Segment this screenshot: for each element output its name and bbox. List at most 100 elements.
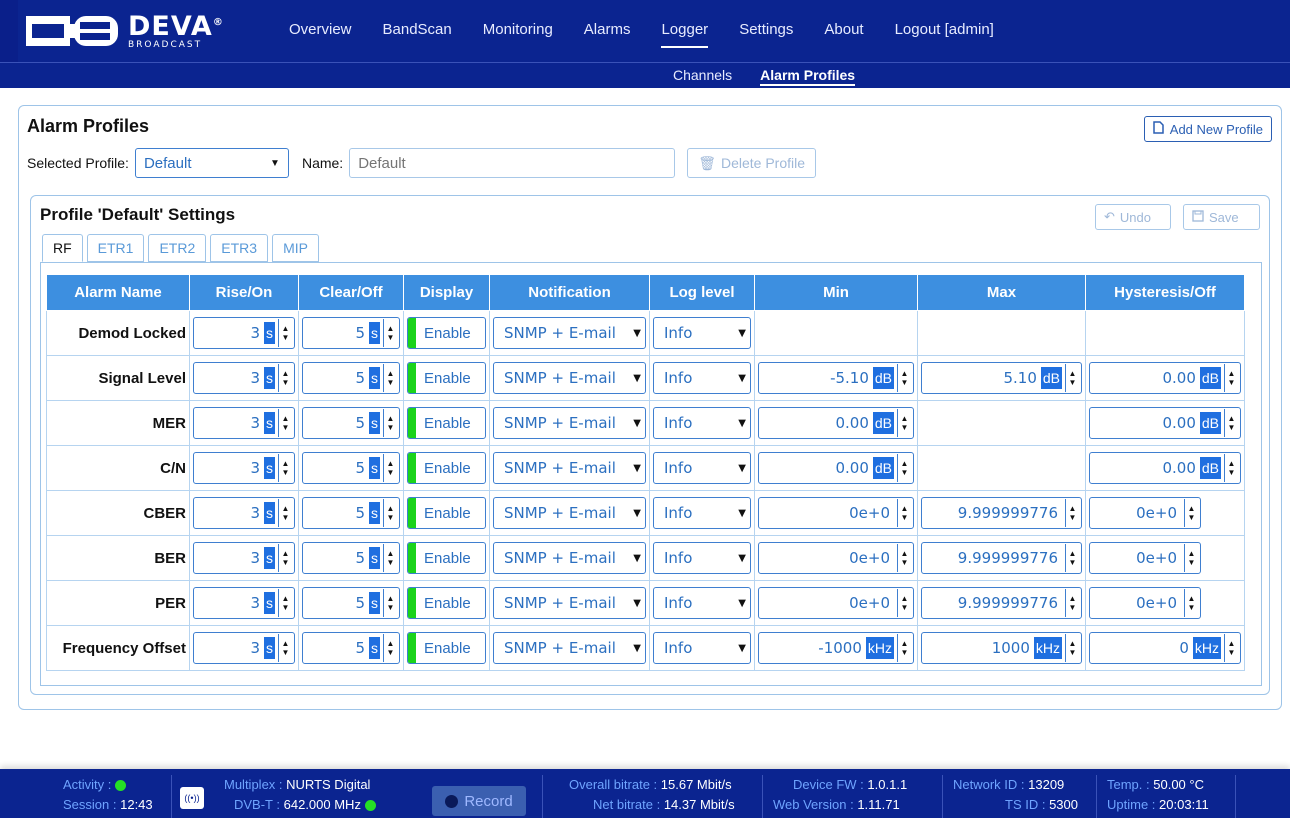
clear-off-input[interactable]: 5 s ▲ ▼ [302, 542, 400, 574]
hysteresis-input[interactable]: 0 kHz ▲ ▼ [1089, 632, 1241, 664]
spinner-arrows-icon[interactable]: ▲ ▼ [1065, 589, 1079, 617]
submenu-alarm-profiles[interactable]: Alarm Profiles [760, 67, 856, 86]
menu-alarms[interactable]: Alarms [584, 21, 631, 38]
rise-on-input[interactable]: 3 s ▲ ▼ [193, 407, 295, 439]
spinner-arrows-icon[interactable]: ▲ ▼ [897, 589, 911, 617]
notification-select[interactable]: SNMP + E-mail ▼ [493, 452, 646, 484]
add-new-profile-button[interactable]: Add New Profile [1143, 116, 1272, 142]
menu-about[interactable]: About [824, 21, 863, 38]
hysteresis-input[interactable]: 0e+0 ▲ ▼ [1089, 587, 1201, 619]
display-enable-toggle[interactable]: Enable [407, 317, 486, 349]
clear-off-input[interactable]: 5 s ▲ ▼ [302, 632, 400, 664]
display-enable-toggle[interactable]: Enable [407, 632, 486, 664]
spinner-arrows-icon[interactable]: ▲ ▼ [383, 499, 397, 527]
spinner-arrows-icon[interactable]: ▲ ▼ [897, 634, 911, 662]
log-level-select[interactable]: Info ▼ [653, 317, 751, 349]
notification-select[interactable]: SNMP + E-mail ▼ [493, 587, 646, 619]
clear-off-input[interactable]: 5 s ▲ ▼ [302, 452, 400, 484]
spinner-arrows-icon[interactable]: ▲ ▼ [1224, 634, 1238, 662]
hysteresis-input[interactable]: 0e+0 ▲ ▼ [1089, 497, 1201, 529]
menu-bandscan[interactable]: BandScan [383, 21, 452, 38]
spinner-arrows-icon[interactable]: ▲ ▼ [1184, 589, 1198, 617]
menu-logout[interactable]: Logout [admin] [895, 21, 994, 38]
max-input[interactable]: 9.999999776 ▲ ▼ [921, 542, 1082, 574]
profile-select[interactable]: Default ▼ [134, 148, 289, 178]
spinner-arrows-icon[interactable]: ▲ ▼ [1065, 634, 1079, 662]
save-button[interactable]: Save [1183, 204, 1260, 230]
spinner-arrows-icon[interactable]: ▲ ▼ [383, 409, 397, 437]
spinner-arrows-icon[interactable]: ▲ ▼ [1065, 544, 1079, 572]
min-input[interactable]: 0e+0 ▲ ▼ [758, 497, 914, 529]
max-input[interactable]: 1000 kHz ▲ ▼ [921, 632, 1082, 664]
submenu-channels[interactable]: Channels [673, 67, 732, 86]
rise-on-input[interactable]: 3 s ▲ ▼ [193, 632, 295, 664]
spinner-arrows-icon[interactable]: ▲ ▼ [278, 634, 292, 662]
log-level-select[interactable]: Info ▼ [653, 587, 751, 619]
clear-off-input[interactable]: 5 s ▲ ▼ [302, 407, 400, 439]
spinner-arrows-icon[interactable]: ▲ ▼ [383, 454, 397, 482]
notification-select[interactable]: SNMP + E-mail ▼ [493, 362, 646, 394]
log-level-select[interactable]: Info ▼ [653, 407, 751, 439]
log-level-select[interactable]: Info ▼ [653, 542, 751, 574]
display-enable-toggle[interactable]: Enable [407, 542, 486, 574]
min-input[interactable]: 0.00 dB ▲ ▼ [758, 407, 914, 439]
spinner-arrows-icon[interactable]: ▲ ▼ [278, 319, 292, 347]
min-input[interactable]: -1000 kHz ▲ ▼ [758, 632, 914, 664]
spinner-arrows-icon[interactable]: ▲ ▼ [278, 499, 292, 527]
spinner-arrows-icon[interactable]: ▲ ▼ [383, 319, 397, 347]
spinner-arrows-icon[interactable]: ▲ ▼ [383, 544, 397, 572]
log-level-select[interactable]: Info ▼ [653, 632, 751, 664]
spinner-arrows-icon[interactable]: ▲ ▼ [1224, 364, 1238, 392]
spinner-arrows-icon[interactable]: ▲ ▼ [1184, 544, 1198, 572]
spinner-arrows-icon[interactable]: ▲ ▼ [1224, 409, 1238, 437]
max-input[interactable]: 9.999999776 ▲ ▼ [921, 497, 1082, 529]
spinner-arrows-icon[interactable]: ▲ ▼ [897, 364, 911, 392]
min-input[interactable]: 0e+0 ▲ ▼ [758, 542, 914, 574]
tab-rf[interactable]: RF [42, 234, 83, 262]
clear-off-input[interactable]: 5 s ▲ ▼ [302, 362, 400, 394]
spinner-arrows-icon[interactable]: ▲ ▼ [1065, 364, 1079, 392]
spinner-arrows-icon[interactable]: ▲ ▼ [1224, 454, 1238, 482]
spinner-arrows-icon[interactable]: ▲ ▼ [383, 589, 397, 617]
rise-on-input[interactable]: 3 s ▲ ▼ [193, 587, 295, 619]
clear-off-input[interactable]: 5 s ▲ ▼ [302, 587, 400, 619]
rise-on-input[interactable]: 3 s ▲ ▼ [193, 362, 295, 394]
menu-monitoring[interactable]: Monitoring [483, 21, 553, 38]
notification-select[interactable]: SNMP + E-mail ▼ [493, 407, 646, 439]
display-enable-toggle[interactable]: Enable [407, 407, 486, 439]
delete-profile-button[interactable]: 🗑 Delete Profile [687, 148, 817, 178]
rise-on-input[interactable]: 3 s ▲ ▼ [193, 317, 295, 349]
spinner-arrows-icon[interactable]: ▲ ▼ [897, 454, 911, 482]
notification-select[interactable]: SNMP + E-mail ▼ [493, 542, 646, 574]
display-enable-toggle[interactable]: Enable [407, 497, 486, 529]
hysteresis-input[interactable]: 0.00 dB ▲ ▼ [1089, 452, 1241, 484]
hysteresis-input[interactable]: 0.00 dB ▲ ▼ [1089, 362, 1241, 394]
min-input[interactable]: 0.00 dB ▲ ▼ [758, 452, 914, 484]
clear-off-input[interactable]: 5 s ▲ ▼ [302, 317, 400, 349]
max-input[interactable]: 5.10 dB ▲ ▼ [921, 362, 1082, 394]
tab-mip[interactable]: MIP [272, 234, 319, 262]
undo-button[interactable]: ↶ Undo [1095, 204, 1171, 230]
menu-settings[interactable]: Settings [739, 21, 793, 38]
tab-etr2[interactable]: ETR2 [148, 234, 207, 262]
display-enable-toggle[interactable]: Enable [407, 362, 486, 394]
spinner-arrows-icon[interactable]: ▲ ▼ [278, 409, 292, 437]
tab-etr3[interactable]: ETR3 [210, 234, 269, 262]
display-enable-toggle[interactable]: Enable [407, 452, 486, 484]
spinner-arrows-icon[interactable]: ▲ ▼ [897, 499, 911, 527]
rise-on-input[interactable]: 3 s ▲ ▼ [193, 497, 295, 529]
notification-select[interactable]: SNMP + E-mail ▼ [493, 632, 646, 664]
spinner-arrows-icon[interactable]: ▲ ▼ [1184, 499, 1198, 527]
log-level-select[interactable]: Info ▼ [653, 452, 751, 484]
min-input[interactable]: 0e+0 ▲ ▼ [758, 587, 914, 619]
spinner-arrows-icon[interactable]: ▲ ▼ [278, 454, 292, 482]
spinner-arrows-icon[interactable]: ▲ ▼ [383, 634, 397, 662]
min-input[interactable]: -5.10 dB ▲ ▼ [758, 362, 914, 394]
notification-select[interactable]: SNMP + E-mail ▼ [493, 497, 646, 529]
spinner-arrows-icon[interactable]: ▲ ▼ [897, 544, 911, 572]
menu-overview[interactable]: Overview [289, 21, 352, 38]
hysteresis-input[interactable]: 0.00 dB ▲ ▼ [1089, 407, 1241, 439]
spinner-arrows-icon[interactable]: ▲ ▼ [278, 589, 292, 617]
deva-logo[interactable]: DEVA® BROADCAST [26, 11, 236, 51]
menu-logger[interactable]: Logger [661, 21, 708, 48]
